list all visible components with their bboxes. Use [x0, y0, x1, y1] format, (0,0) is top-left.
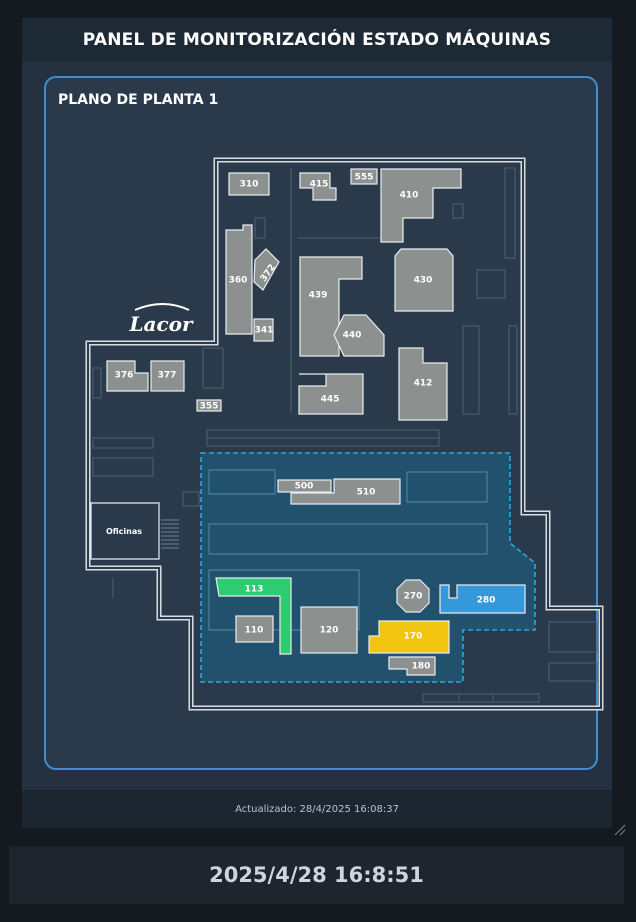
machine-412[interactable]: 412	[398, 347, 448, 421]
clock-display: 2025/4/28 16:8:51	[209, 863, 424, 887]
machine-341[interactable]: 341	[253, 318, 274, 342]
machine-label: 440	[343, 331, 362, 341]
machine-label: 120	[320, 626, 339, 636]
machine-label: 412	[414, 379, 433, 389]
machine-label: 360	[229, 276, 248, 286]
machine-label: 170	[404, 632, 423, 642]
machine-label: 270	[404, 592, 423, 602]
machine-label: Lacor	[128, 312, 194, 336]
dashboard-card: PANEL DE MONITORIZACIÓN ESTADO MÁQUINAS …	[22, 18, 612, 828]
machine-label: 500	[295, 482, 314, 492]
machine-372[interactable]: 372	[253, 248, 280, 291]
machine-170[interactable]: 170	[368, 620, 450, 654]
machine-360[interactable]: 360	[225, 224, 253, 335]
machine-377[interactable]: 377	[150, 360, 185, 392]
machine-355[interactable]: 355	[196, 399, 222, 412]
machine-label: 113	[245, 585, 264, 595]
lacor-logo: Lacor	[128, 303, 194, 336]
machine-410[interactable]: 410	[380, 168, 462, 243]
machine-110[interactable]: 110	[235, 615, 274, 643]
machine-label: 439	[309, 291, 328, 301]
machine-label: 430	[414, 276, 433, 286]
machine-label: 510	[357, 488, 376, 498]
machine-440[interactable]: 440	[333, 314, 385, 357]
machine-label: 445	[321, 395, 340, 405]
floor-plan-panel: PLANO DE PLANTA 1 310 415 555 410 360 37…	[44, 76, 604, 770]
machine-415[interactable]: 415	[299, 172, 337, 201]
clock-bar: 2025/4/28 16:8:51	[9, 846, 624, 904]
machine-label: 410	[400, 191, 419, 201]
machine-430[interactable]: 430	[394, 248, 454, 312]
machine-label: 555	[355, 173, 374, 183]
machine-555[interactable]: 555	[350, 168, 378, 185]
machine-label: 376	[115, 371, 134, 381]
resize-handle-icon[interactable]	[612, 822, 626, 836]
machine-270[interactable]: 270	[396, 579, 430, 613]
machine-label: 377	[158, 371, 177, 381]
floor-plan-map: 310 415 555 410 360 372 341 439 430 440 …	[85, 157, 604, 711]
machine-310[interactable]: 310	[228, 172, 270, 196]
machine-120[interactable]: 120	[300, 606, 358, 654]
card-footer: Actualizado: 28/4/2025 16:08:37	[22, 790, 612, 828]
office-area: Oficinas	[90, 502, 179, 560]
machine-label: 415	[310, 180, 329, 190]
office-label: Oficinas	[106, 527, 142, 536]
machine-500[interactable]: 500	[277, 479, 332, 493]
machine-label: 110	[245, 626, 264, 636]
machine-label: 280	[477, 596, 496, 606]
machine-label: 355	[200, 402, 219, 412]
machine-label: 341	[255, 326, 274, 336]
machine-376[interactable]: 376	[106, 360, 149, 392]
machine-label: 310	[240, 180, 259, 190]
machine-label: 180	[412, 662, 431, 672]
last-updated-text: Actualizado: 28/4/2025 16:08:37	[235, 803, 399, 815]
machine-445[interactable]: 445	[298, 373, 364, 415]
